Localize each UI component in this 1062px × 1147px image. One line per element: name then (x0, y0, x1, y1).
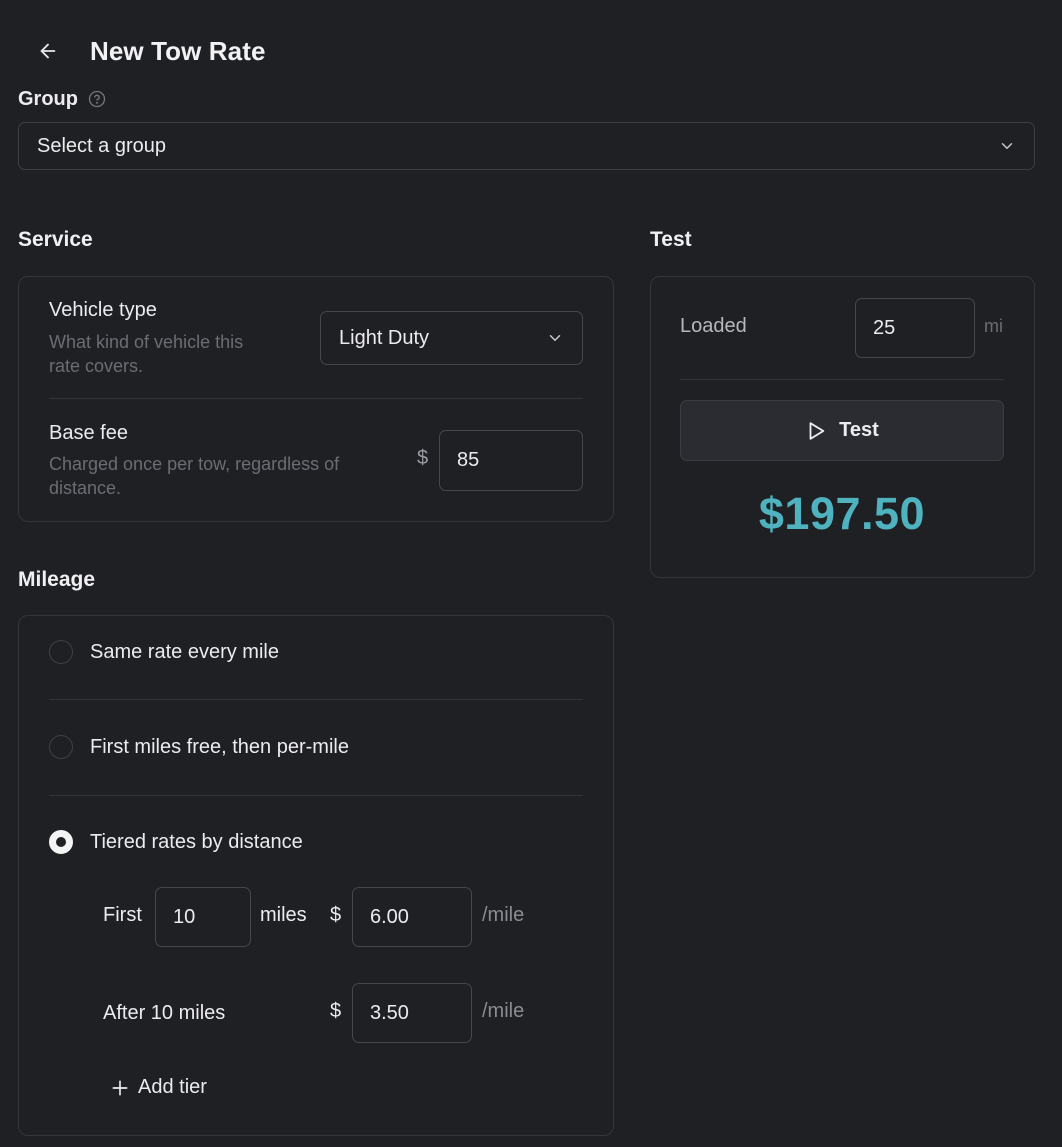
base-fee-title: Base fee (49, 422, 128, 444)
mileage-option-free-miles[interactable]: First miles free, then per-mile (49, 735, 349, 759)
group-label-row: Group (18, 86, 106, 112)
base-fee-desc-1: Charged once per tow, regardless of (49, 454, 340, 474)
radio-unchecked[interactable] (49, 735, 73, 759)
loaded-miles-value: 25 (873, 316, 896, 339)
new-tow-rate-page: New Tow Rate Group Select a group Servic… (0, 0, 1062, 1147)
radio-dot (56, 837, 66, 847)
group-select[interactable]: Select a group (18, 122, 1035, 170)
base-fee-input[interactable]: 85 (439, 430, 583, 491)
base-fee-value: 85 (457, 449, 480, 471)
tier-1-currency: $ (330, 904, 342, 926)
tier-1-rate-input[interactable]: 6.00 (352, 887, 472, 947)
add-tier-label: Add tier (138, 1076, 207, 1098)
radio-checked[interactable] (49, 830, 73, 854)
radio-unchecked[interactable] (49, 640, 73, 664)
test-heading: Test (650, 228, 692, 251)
tier-1-miles-unit: miles (260, 904, 307, 926)
tier-2-currency: $ (330, 1000, 342, 1022)
radio-label: Tiered rates by distance (90, 830, 303, 853)
test-divider (680, 379, 1004, 380)
group-select-value: Select a group (37, 134, 166, 157)
tier-1-rate-value: 6.00 (370, 905, 409, 928)
chevron-down-icon (546, 329, 564, 347)
arrow-left-icon (40, 43, 56, 59)
service-heading: Service (18, 228, 93, 251)
radio-label: Same rate every mile (90, 640, 279, 663)
base-fee-desc-2: distance. (49, 478, 122, 498)
service-divider (49, 398, 583, 399)
vehicle-type-desc-2: rate covers. (49, 356, 144, 376)
loaded-label: Loaded (680, 315, 747, 337)
mileage-option-flat[interactable]: Same rate every mile (49, 640, 279, 664)
test-button[interactable]: Test (680, 400, 1004, 461)
vehicle-type-title: Vehicle type (49, 299, 157, 321)
page-header: New Tow Rate (32, 32, 266, 70)
vehicle-type-value: Light Duty (339, 326, 430, 349)
loaded-unit: mi (984, 316, 1003, 336)
tier-1-miles-input[interactable]: 10 (155, 887, 251, 947)
tier-2-rate-input[interactable]: 3.50 (352, 983, 472, 1043)
vehicle-type-select[interactable]: Light Duty (320, 311, 583, 365)
mileage-divider (49, 699, 583, 700)
help-circle-icon[interactable] (88, 90, 106, 108)
tier-2-rate-value: 3.50 (370, 1001, 409, 1024)
mileage-divider (49, 795, 583, 796)
base-fee-currency: $ (417, 447, 429, 469)
radio-label: First miles free, then per-mile (90, 735, 349, 758)
tier-1-prefix: First (103, 904, 142, 926)
tier-1-rate-unit: /mile (482, 904, 525, 926)
tier-1-miles-value: 10 (173, 905, 196, 928)
mileage-option-tiered[interactable]: Tiered rates by distance (49, 830, 303, 854)
test-button-label: Test (839, 419, 879, 441)
chevron-down-icon (998, 137, 1016, 155)
back-button[interactable] (32, 35, 64, 67)
loaded-miles-input[interactable]: 25 (855, 298, 975, 358)
test-result: $197.50 (758, 488, 926, 539)
play-icon (805, 420, 827, 442)
vehicle-type-desc-1: What kind of vehicle this (49, 332, 244, 352)
tier-2-prefix: After 10 miles (103, 1002, 226, 1024)
tier-2-rate-unit: /mile (482, 1000, 525, 1022)
mileage-card (18, 615, 614, 1136)
mileage-heading: Mileage (18, 568, 96, 591)
add-tier-button[interactable]: Add tier (110, 1076, 207, 1099)
page-title: New Tow Rate (90, 35, 266, 66)
plus-icon (110, 1078, 130, 1098)
group-label: Group (18, 87, 78, 110)
